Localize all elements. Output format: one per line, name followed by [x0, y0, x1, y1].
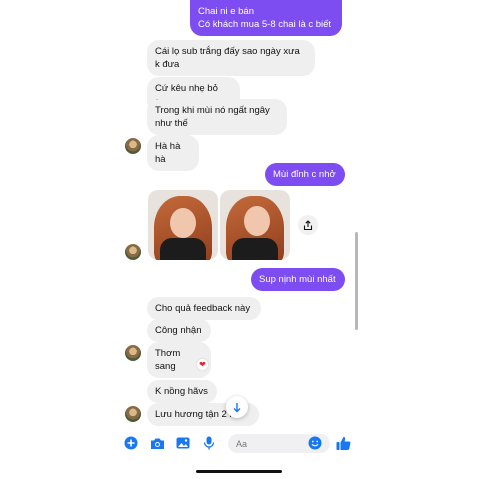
emoji-button[interactable]	[306, 434, 324, 452]
photo-attachment-1[interactable]	[148, 190, 218, 260]
message-incoming[interactable]: K nồng hãvs	[147, 380, 217, 403]
avatar[interactable]	[125, 345, 141, 361]
message-incoming[interactable]: Hà hà hà	[147, 135, 199, 171]
avatar[interactable]	[125, 244, 141, 260]
thumbs-up-button[interactable]	[334, 434, 352, 452]
avatar[interactable]	[125, 406, 141, 422]
message-incoming[interactable]: Trong khi mùi nó ngất ngây như thế	[147, 99, 287, 135]
message-outgoing[interactable]: Chai ni e bán Có khách mua 5-8 chai là c…	[190, 0, 342, 36]
camera-button[interactable]	[148, 434, 166, 452]
message-outgoing[interactable]: Sup nịnh mùi nhất	[251, 268, 345, 291]
photo-woman-dress	[232, 238, 278, 260]
photo-woman-face	[244, 206, 270, 236]
avatar[interactable]	[125, 138, 141, 154]
scrollbar[interactable]	[355, 232, 358, 330]
message-outgoing[interactable]: Mùi đỉnh c nhở	[265, 163, 345, 186]
heart-icon[interactable]: ❤	[197, 359, 208, 370]
photo-woman-face	[170, 208, 196, 238]
plus-icon	[124, 436, 138, 450]
message-incoming[interactable]: Cái lọ sub trắng đấy sao ngày xưa k đưa	[147, 40, 315, 76]
message-incoming[interactable]: Cho quả feedback này	[147, 297, 261, 320]
home-indicator	[196, 470, 282, 473]
photo-attachment-2[interactable]	[220, 190, 290, 260]
plus-button[interactable]	[122, 434, 140, 452]
emoji-icon	[308, 436, 322, 450]
microphone-button[interactable]	[200, 434, 218, 452]
share-icon	[303, 219, 313, 230]
gallery-icon	[176, 437, 190, 449]
arrow-down-icon	[233, 402, 241, 412]
message-incoming[interactable]: Công nhận	[147, 319, 211, 342]
gallery-button[interactable]	[174, 434, 192, 452]
share-button[interactable]	[298, 215, 318, 235]
photo-woman-dress	[160, 238, 206, 260]
camera-icon	[150, 438, 164, 449]
thumbs-up-icon	[336, 436, 350, 450]
scroll-down-button[interactable]	[226, 396, 248, 418]
microphone-icon	[203, 436, 215, 450]
